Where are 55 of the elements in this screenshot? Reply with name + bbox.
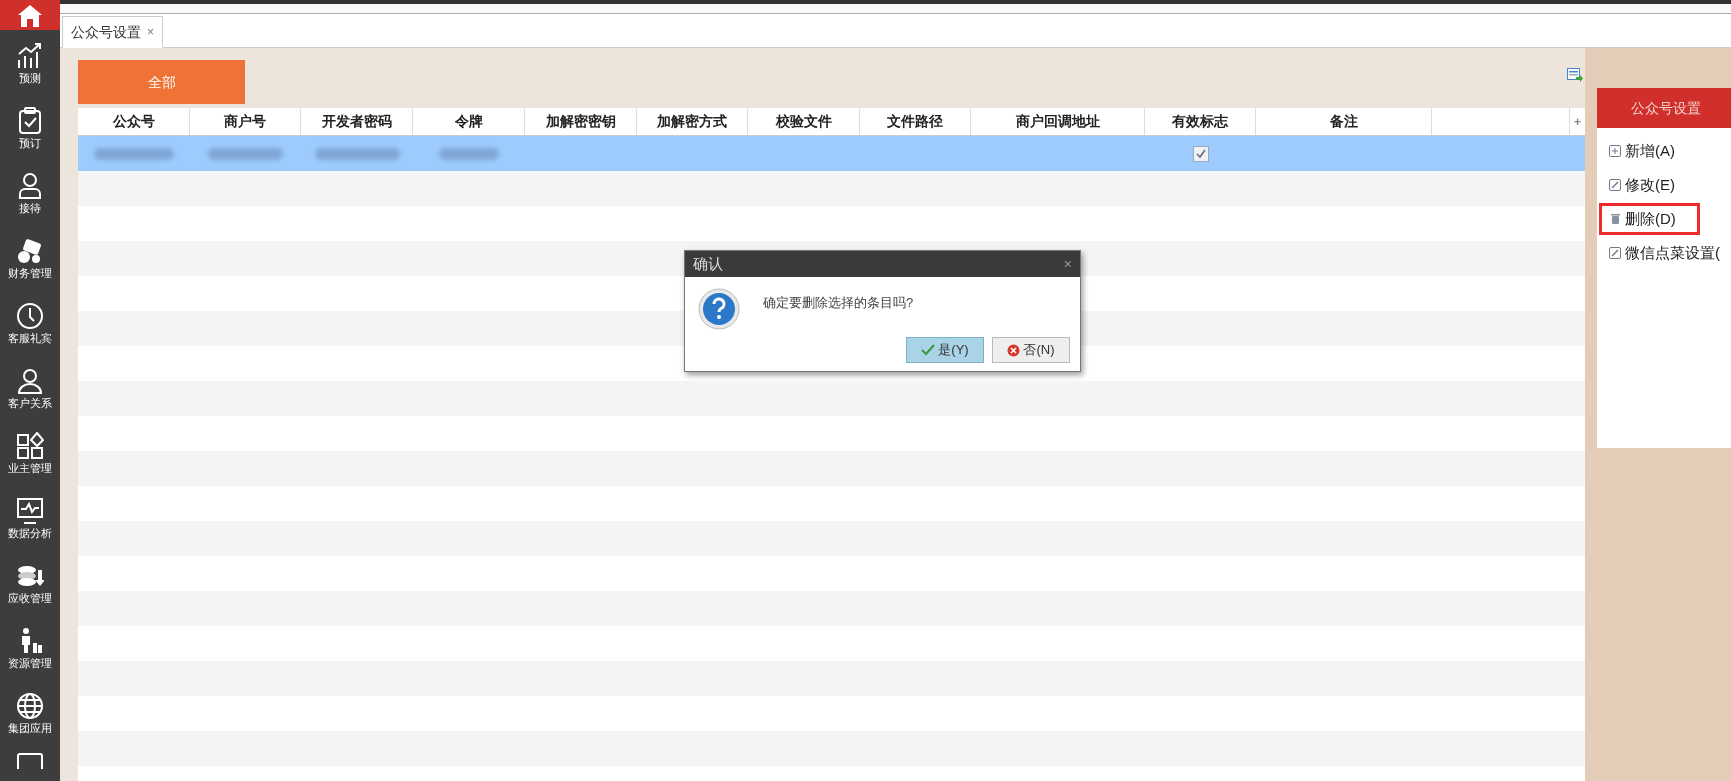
column-header[interactable]: 令牌 xyxy=(413,108,525,135)
panel-menu-item[interactable]: 修改(E) xyxy=(1609,172,1731,198)
yes-button[interactable]: 是(Y) xyxy=(906,337,984,363)
dialog-message: 确定要删除选择的条目吗? xyxy=(763,294,914,312)
sidebar-item[interactable]: 客户关系 xyxy=(0,355,60,420)
cancel-icon xyxy=(1007,343,1021,357)
clock-icon xyxy=(16,301,44,330)
dialog-title: 确认 xyxy=(693,253,723,274)
globe-icon xyxy=(16,691,44,720)
home-button[interactable] xyxy=(0,0,60,30)
people-icon xyxy=(16,366,44,395)
trash-icon xyxy=(1609,213,1621,225)
pencil-icon xyxy=(1609,247,1621,259)
close-button[interactable]: × xyxy=(1063,257,1072,271)
column-header[interactable]: 公众号 xyxy=(78,108,190,135)
grid-icon xyxy=(16,431,44,460)
panel-menu-item[interactable]: 删除(D) xyxy=(1602,206,1697,232)
panel-menu-item[interactable]: 微信点菜设置( xyxy=(1609,240,1731,266)
add-column-button[interactable]: + xyxy=(1570,108,1585,135)
column-header[interactable]: 开发者密码 xyxy=(301,108,413,135)
check-icon xyxy=(921,344,936,356)
sidebar-item[interactable]: 资源管理 xyxy=(0,615,60,680)
sidebar-item[interactable]: 应收管理 xyxy=(0,550,60,615)
redacted-text xyxy=(439,147,499,160)
column-header[interactable]: 文件路径 xyxy=(860,108,971,135)
pencil-icon xyxy=(1609,179,1621,191)
person-icon xyxy=(16,171,44,200)
panel-menu-item[interactable]: 新增(A) xyxy=(1609,138,1731,164)
chart-icon xyxy=(16,41,44,70)
sidebar-item[interactable]: 客服礼宾 xyxy=(0,290,60,355)
column-header[interactable]: 加解密方式 xyxy=(637,108,748,135)
export-icon[interactable] xyxy=(1567,68,1583,82)
question-icon xyxy=(697,287,741,331)
column-header[interactable]: 加解密密钥 xyxy=(525,108,637,135)
tab[interactable]: 公众号设置 × xyxy=(62,16,163,48)
sidebar-item[interactable]: 预测 xyxy=(0,30,60,95)
sidebar-item[interactable]: 业主管理 xyxy=(0,420,60,485)
monitor-icon[interactable] xyxy=(17,753,43,769)
column-header[interactable]: 备注 xyxy=(1256,108,1432,135)
sidebar-item[interactable]: 预订 xyxy=(0,95,60,160)
sidebar-item[interactable]: 集团应用 xyxy=(0,680,60,745)
column-header[interactable]: 商户号 xyxy=(190,108,301,135)
sidebar-item[interactable]: 接待 xyxy=(0,160,60,225)
column-header[interactable]: 商户回调地址 xyxy=(971,108,1145,135)
clipboard-check-icon xyxy=(16,106,44,135)
checkbox[interactable] xyxy=(1192,145,1209,162)
sidebar-item[interactable]: 数据分析 xyxy=(0,485,60,550)
column-header[interactable]: 校验文件 xyxy=(748,108,860,135)
plus-box-icon xyxy=(1609,145,1621,157)
column-header[interactable]: 有效标志 xyxy=(1145,108,1256,135)
tab-close-button[interactable]: × xyxy=(147,23,154,41)
panel-title: 公众号设置 xyxy=(1597,88,1731,128)
no-button[interactable]: 否(N) xyxy=(992,337,1070,363)
monitor-chart-icon xyxy=(16,496,44,525)
sidebar-item[interactable]: 财务管理 xyxy=(0,225,60,290)
